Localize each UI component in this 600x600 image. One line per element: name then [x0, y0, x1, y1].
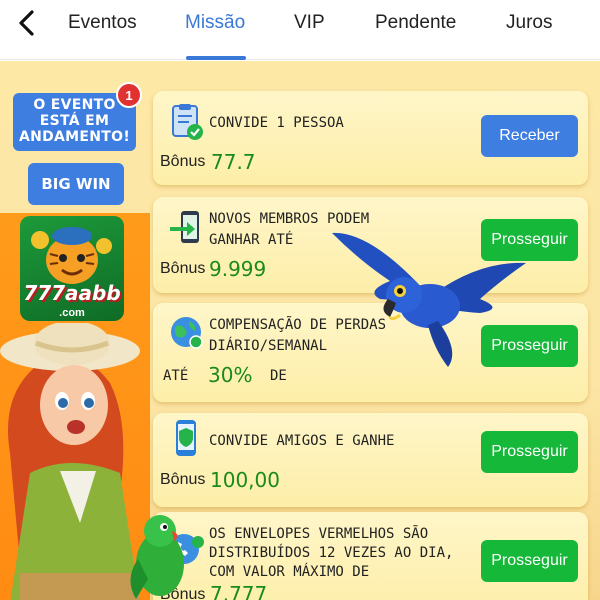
mission-card-invite-one: CONVIDE 1 PESSOA Bônus 77.7 Receber [153, 91, 588, 185]
event-button-label: O EVENTO ESTÁ EM ANDAMENTO! [18, 97, 131, 145]
bonus-value: 9.999 [209, 257, 267, 281]
bonus-label: Bônus [160, 153, 206, 170]
bonus-suffix: DE [270, 368, 287, 384]
flying-macaw-illustration [332, 232, 526, 367]
tab-missao[interactable]: Missão [185, 12, 245, 34]
bonus-label: Bônus [160, 471, 206, 488]
tab-pendente[interactable]: Pendente [375, 12, 456, 34]
bonus-value: 7.777 [210, 582, 268, 600]
tab-eventos[interactable]: Eventos [68, 12, 137, 34]
tiger-mascot-icon [31, 227, 112, 284]
green-parrot-illustration [130, 515, 184, 599]
big-win-button[interactable]: BIG WIN [28, 163, 124, 205]
receive-button[interactable]: Receber [481, 115, 578, 157]
mission-card-red-envelopes: OS ENVELOPES VERMELHOS SÃO DISTRIBUÍDOS … [153, 512, 588, 600]
mission-title: CONVIDE 1 PESSOA [209, 115, 344, 131]
brand-logo-text: 777aabb [23, 281, 121, 305]
mission-title-line-2: GANHAR ATÉ [209, 232, 294, 248]
mission-panel: O EVENTO ESTÁ EM ANDAMENTO! 1 BIG WIN 77… [0, 61, 600, 600]
brand-logo-tile[interactable]: 777aabb .com [20, 216, 124, 321]
phone-transfer-icon [170, 211, 199, 243]
mission-title-line-1: OS ENVELOPES VERMELHOS SÃO [209, 526, 429, 542]
bonus-prefix: ATÉ [163, 368, 189, 384]
mission-title-line-2: DISTRIBUÍDOS 12 VEZES AO DIA, [209, 545, 454, 561]
tab-vip[interactable]: VIP [294, 12, 325, 34]
mission-title-line-3: COM VALOR MÁXIMO DE [209, 564, 370, 580]
back-button[interactable] [12, 8, 42, 38]
proceed-button[interactable]: Prosseguir [481, 431, 578, 473]
bonus-value: 30% [208, 363, 253, 387]
mission-title: CONVIDE AMIGOS E GANHE [209, 433, 395, 449]
notification-badge: 1 [116, 82, 142, 108]
phone-shield-icon [176, 420, 196, 456]
globe-link-icon [171, 317, 203, 349]
tab-juros[interactable]: Juros [506, 12, 552, 34]
mission-title-line-2: DIÁRIO/SEMANAL [209, 338, 328, 354]
proceed-button[interactable]: Prosseguir [481, 540, 578, 582]
clipboard-check-icon [172, 104, 203, 140]
bonus-value: 100,00 [210, 468, 280, 492]
top-nav: Eventos Missão VIP Pendente Juros [0, 0, 600, 60]
brand-logo-domain: .com [59, 307, 85, 319]
bonus-value: 77.7 [211, 150, 256, 174]
mission-card-invite-friends: CONVIDE AMIGOS E GANHE Bônus 100,00 Pros… [153, 413, 588, 507]
bonus-label: Bônus [160, 260, 206, 277]
active-tab-indicator [186, 56, 246, 60]
chevron-left-icon [19, 10, 34, 36]
